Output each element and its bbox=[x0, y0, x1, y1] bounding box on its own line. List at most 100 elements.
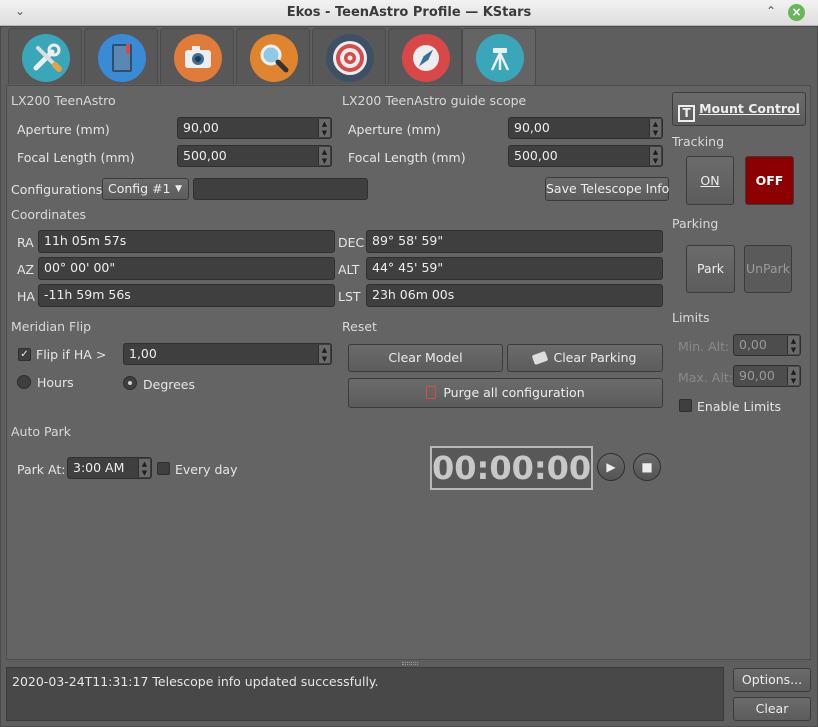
save-telescope-info-button[interactable]: Save Telescope Info bbox=[545, 177, 669, 201]
tracking-off-button[interactable]: OFF bbox=[745, 156, 794, 205]
primary-focal-spinbox[interactable]: 500,00 ▲ ▼ bbox=[177, 145, 332, 167]
stop-timer-button[interactable]: ■ bbox=[633, 453, 661, 481]
alt-label: ALT bbox=[338, 262, 360, 277]
camera-icon bbox=[174, 34, 222, 82]
guide-focal-spinbox[interactable]: 500,00 ▲ ▼ bbox=[508, 145, 663, 167]
primary-focal-value: 500,00 bbox=[183, 148, 227, 163]
purge-label: Purge all configuration bbox=[443, 385, 585, 400]
min-alt-label: Min. Alt: bbox=[678, 339, 730, 354]
guide-scope-title: LX200 TeenAstro guide scope bbox=[342, 93, 527, 108]
az-label: AZ bbox=[17, 262, 35, 277]
tab-guide[interactable] bbox=[388, 28, 462, 84]
spin-arrows-icon[interactable]: ▲ ▼ bbox=[787, 367, 799, 385]
tab-scheduler[interactable] bbox=[84, 28, 158, 84]
purge-configuration-button[interactable]: Purge all configuration bbox=[348, 378, 663, 408]
dec-label: DEC bbox=[338, 235, 365, 250]
enable-limits-checkbox[interactable] bbox=[679, 399, 692, 412]
ra-label: RA bbox=[17, 235, 34, 250]
guide-aperture-spinbox[interactable]: 90,00 ▲ ▼ bbox=[508, 117, 663, 139]
degrees-radio[interactable] bbox=[123, 376, 137, 390]
ra-value: 11h 05m 57s bbox=[38, 230, 335, 253]
min-alt-spinbox[interactable]: 0,00 ▲ ▼ bbox=[733, 334, 801, 356]
wrench-screwdriver-icon bbox=[22, 34, 70, 82]
stop-icon: ■ bbox=[641, 460, 653, 474]
flip-label: Flip if HA > bbox=[36, 347, 107, 362]
max-alt-spinbox[interactable]: 90,00 ▲ ▼ bbox=[733, 365, 801, 387]
config-name-input[interactable] bbox=[193, 178, 368, 200]
every-day-checkbox[interactable] bbox=[157, 462, 170, 475]
lst-label: LST bbox=[338, 289, 361, 304]
tab-mount[interactable] bbox=[462, 28, 536, 86]
park-time-edit[interactable]: 3:00 AM ▲ ▼ bbox=[67, 457, 152, 479]
spin-arrows-icon[interactable]: ▲ ▼ bbox=[787, 336, 799, 354]
spin-arrows-icon[interactable]: ▲ ▼ bbox=[649, 147, 661, 165]
log-output: 2020-03-24T11:31:17 Telescope info updat… bbox=[6, 667, 724, 721]
start-timer-button[interactable]: ▶ bbox=[597, 453, 625, 481]
mount-control-icon: T bbox=[678, 105, 696, 122]
flip-ha-spinbox[interactable]: 1,00 ▲ ▼ bbox=[123, 343, 332, 365]
primary-aperture-value: 90,00 bbox=[183, 120, 219, 135]
eraser-icon bbox=[532, 350, 549, 366]
primary-scope-title: LX200 TeenAstro bbox=[11, 93, 116, 108]
every-day-label: Every day bbox=[175, 462, 238, 477]
close-icon[interactable]: × bbox=[788, 4, 805, 21]
primary-aperture-spinbox[interactable]: 90,00 ▲ ▼ bbox=[177, 117, 332, 139]
dec-value: 89° 58' 59" bbox=[366, 230, 663, 253]
auto-park-title: Auto Park bbox=[11, 424, 72, 439]
guide-aperture-value: 90,00 bbox=[514, 120, 550, 135]
limits-title: Limits bbox=[672, 310, 710, 325]
primary-focal-label: Focal Length (mm) bbox=[17, 150, 135, 165]
chevron-up-icon[interactable]: ⌃ bbox=[764, 4, 778, 20]
magnifier-icon bbox=[250, 34, 298, 82]
spin-arrows-icon[interactable]: ▲ ▼ bbox=[318, 147, 330, 165]
configurations-label: Configurations bbox=[11, 182, 103, 197]
guide-focal-label: Focal Length (mm) bbox=[348, 150, 466, 165]
ha-value: -11h 59m 56s bbox=[38, 284, 335, 307]
unpark-button[interactable]: UnPark bbox=[744, 245, 792, 293]
tab-focus[interactable] bbox=[236, 28, 310, 84]
mount-control-button[interactable]: T Mount Control bbox=[672, 92, 806, 126]
ha-label: HA bbox=[17, 289, 35, 304]
notebook-icon bbox=[98, 34, 146, 82]
tab-align[interactable] bbox=[312, 28, 386, 84]
az-value: 00° 00' 00" bbox=[38, 257, 335, 280]
tracking-title: Tracking bbox=[672, 134, 725, 149]
options-button[interactable]: Options... bbox=[733, 668, 811, 692]
parking-title: Parking bbox=[672, 216, 719, 231]
alt-value: 44° 45' 59" bbox=[366, 257, 663, 280]
tripod-icon bbox=[476, 34, 524, 82]
config-select[interactable]: Config #1 ▼ bbox=[102, 178, 189, 200]
log-message: 2020-03-24T11:31:17 Telescope info updat… bbox=[12, 674, 379, 689]
flip-ha-value: 1,00 bbox=[129, 346, 157, 361]
compass-icon bbox=[402, 34, 450, 82]
clear-model-button[interactable]: Clear Model bbox=[348, 344, 503, 372]
min-alt-value: 0,00 bbox=[739, 337, 767, 352]
park-button[interactable]: Park bbox=[686, 245, 735, 293]
spin-arrows-icon[interactable]: ▲ ▼ bbox=[138, 459, 150, 477]
enable-limits-label: Enable Limits bbox=[697, 399, 782, 414]
clear-parking-label: Clear Parking bbox=[553, 350, 637, 365]
meridian-flip-title: Meridian Flip bbox=[11, 319, 92, 334]
spin-arrows-icon[interactable]: ▲ ▼ bbox=[649, 119, 661, 137]
play-icon: ▶ bbox=[606, 460, 616, 474]
flip-checkbox[interactable]: ✓ bbox=[18, 348, 31, 361]
max-alt-label: Max. Alt: bbox=[678, 370, 733, 385]
clear-parking-button[interactable]: Clear Parking bbox=[507, 344, 663, 372]
clear-log-button[interactable]: Clear bbox=[733, 697, 811, 721]
tab-setup[interactable] bbox=[8, 28, 82, 84]
lst-value: 23h 06m 00s bbox=[366, 284, 663, 307]
tab-capture[interactable] bbox=[160, 28, 234, 84]
hours-radio[interactable] bbox=[17, 375, 31, 389]
countdown-timer: 00:00:00 bbox=[430, 446, 593, 490]
max-alt-value: 90,00 bbox=[739, 368, 775, 383]
splitter-handle[interactable] bbox=[402, 662, 418, 665]
primary-aperture-label: Aperture (mm) bbox=[17, 122, 110, 137]
trash-icon bbox=[426, 386, 437, 399]
park-time-value: 3:00 AM bbox=[73, 460, 125, 475]
window-title: Ekos - TeenAstro Profile — KStars bbox=[286, 5, 532, 20]
spin-arrows-icon[interactable]: ▲ ▼ bbox=[318, 345, 330, 363]
target-icon bbox=[326, 34, 374, 82]
spin-arrows-icon[interactable]: ▲ ▼ bbox=[318, 119, 330, 137]
hours-label: Hours bbox=[37, 375, 74, 390]
tracking-on-button[interactable]: ON bbox=[686, 156, 734, 205]
